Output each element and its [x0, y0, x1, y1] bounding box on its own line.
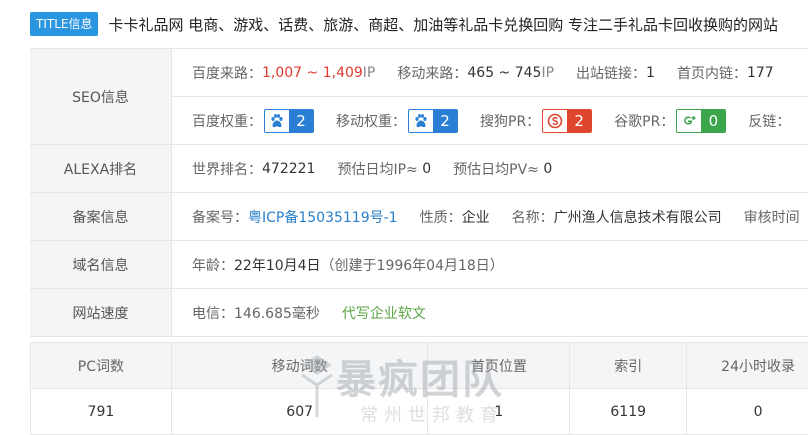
domain-created: （创建于1996年04月18日）	[321, 255, 504, 275]
domain-values: 年龄：22年10月4日（创建于1996年04月18日）	[172, 241, 808, 288]
domain-label: 域名信息	[30, 241, 172, 288]
paw-icon	[409, 110, 433, 132]
seo-weight-line: 百度权重： 2 移动权重： 2 搜狗PR：	[172, 96, 808, 144]
google-pr-value: 0	[701, 110, 725, 132]
icp-nature-value: 企业	[462, 207, 490, 227]
daily-ip-label: 预估日均IP≈	[337, 159, 417, 179]
mobile-traffic-label: 移动来路：	[397, 63, 467, 83]
mobile-weight-badge[interactable]: 2	[408, 109, 458, 133]
speed-row: 网站速度 电信：146.685毫秒 代写企业软文	[30, 289, 808, 337]
stats-header-index: 索引	[570, 343, 687, 389]
stats-value-mobile-words: 607	[171, 389, 428, 435]
page-title: 卡卡礼品网 电商、游戏、话费、旅游、商超、加油等礼品卡兑换回购 专注二手礼品卡回…	[108, 14, 778, 35]
title-badge: TITLE信息	[30, 12, 98, 36]
alexa-row: ALEXA排名 世界排名：472221 预估日均IP≈ 0 预估日均PV≈ 0	[30, 145, 808, 193]
google-pr-label: 谷歌PR：	[614, 111, 674, 131]
daily-pv-value: 0	[543, 161, 552, 177]
baidu-weight-label: 百度权重：	[192, 111, 262, 131]
paw-icon	[265, 110, 289, 132]
telecom-label: 电信：	[192, 303, 234, 323]
icp-number-link[interactable]: 粤ICP备15035119号-1	[248, 207, 398, 227]
domain-row: 域名信息 年龄：22年10月4日（创建于1996年04月18日）	[30, 241, 808, 289]
speed-line: 电信：146.685毫秒 代写企业软文	[172, 289, 808, 336]
stats-value-index: 6119	[570, 389, 687, 435]
alexa-label: ALEXA排名	[30, 145, 172, 192]
speed-label: 网站速度	[30, 289, 172, 336]
stats-value-24h-indexed: 0	[687, 389, 808, 435]
sogou-pr-badge[interactable]: 2	[542, 109, 592, 133]
icp-name-label: 名称：	[512, 207, 554, 227]
seo-row: SEO信息 百度来路：1,007 ~ 1,409 IP 移动来路：465 ~ 7…	[30, 49, 808, 145]
icp-row: 备案信息 备案号：粤ICP备15035119号-1 性质：企业 名称：广州渔人信…	[30, 193, 808, 241]
title-bar: TITLE信息 卡卡礼品网 电商、游戏、话费、旅游、商超、加油等礼品卡兑换回购 …	[0, 0, 808, 48]
stats-header-row: PC词数 移动词数 首页位置 索引 24小时收录	[31, 343, 808, 389]
stats-header-24h-indexed: 24小时收录	[687, 343, 808, 389]
outbound-links-label: 出站链接：	[576, 63, 646, 83]
google-plus-icon	[677, 110, 701, 132]
icp-values: 备案号：粤ICP备15035119号-1 性质：企业 名称：广州渔人信息技术有限…	[172, 193, 808, 240]
alexa-line: 世界排名：472221 预估日均IP≈ 0 预估日均PV≈ 0	[172, 145, 808, 192]
baidu-traffic-label: 百度来路：	[192, 63, 262, 83]
mobile-traffic-value: 465 ~ 745	[467, 65, 541, 81]
seo-label: SEO信息	[30, 49, 172, 144]
icp-audit-time-label: 审核时间	[744, 207, 800, 227]
sogou-pr-label: 搜狗PR：	[480, 111, 540, 131]
baidu-traffic-unit: IP	[363, 65, 376, 81]
sogou-pr-value: 2	[567, 110, 591, 132]
site-info-panel: SEO信息 百度来路：1,007 ~ 1,409 IP 移动来路：465 ~ 7…	[30, 48, 808, 337]
homepage-links-value: 177	[747, 65, 774, 81]
domain-age-value: 22年10月4日	[234, 255, 321, 275]
world-rank-value: 472221	[262, 161, 315, 177]
telecom-value: 146.685毫秒	[234, 303, 320, 323]
domain-age-label: 年龄：	[192, 255, 234, 275]
mobile-weight-value: 2	[433, 110, 457, 132]
mobile-weight-label: 移动权重：	[336, 111, 406, 131]
daily-ip-value: 0	[422, 161, 431, 177]
icp-name-value: 广州渔人信息技术有限公司	[554, 207, 722, 227]
outbound-links-value: 1	[646, 65, 655, 81]
mobile-traffic-unit: IP	[541, 65, 554, 81]
stats-header-pc-words: PC词数	[31, 343, 172, 389]
backlinks-label: 反链：	[748, 111, 790, 131]
icp-line: 备案号：粤ICP备15035119号-1 性质：企业 名称：广州渔人信息技术有限…	[172, 193, 808, 240]
stats-value-row: 791 607 1 6119 0	[31, 389, 808, 435]
stats-header-homepage-position: 首页位置	[428, 343, 570, 389]
domain-line: 年龄：22年10月4日（创建于1996年04月18日）	[172, 241, 808, 288]
baidu-weight-badge[interactable]: 2	[264, 109, 314, 133]
stats-value-pc-words: 791	[31, 389, 172, 435]
ad-link[interactable]: 代写企业软文	[342, 303, 426, 323]
seo-traffic-line: 百度来路：1,007 ~ 1,409 IP 移动来路：465 ~ 745 IP …	[172, 49, 808, 96]
icp-label: 备案信息	[30, 193, 172, 240]
daily-pv-label: 预估日均PV≈	[453, 159, 539, 179]
google-pr-badge[interactable]: 0	[676, 109, 726, 133]
icp-nature-label: 性质：	[420, 207, 462, 227]
stats-table: PC词数 移动词数 首页位置 索引 24小时收录 791 607 1 6119 …	[30, 342, 808, 435]
stats-value-homepage-position: 1	[428, 389, 570, 435]
sogou-icon	[543, 110, 567, 132]
seo-values: 百度来路：1,007 ~ 1,409 IP 移动来路：465 ~ 745 IP …	[172, 49, 808, 144]
homepage-links-label: 首页内链：	[677, 63, 747, 83]
alexa-values: 世界排名：472221 预估日均IP≈ 0 预估日均PV≈ 0	[172, 145, 808, 192]
world-rank-label: 世界排名：	[192, 159, 262, 179]
baidu-weight-value: 2	[289, 110, 313, 132]
baidu-traffic-value: 1,007 ~ 1,409	[262, 65, 363, 81]
icp-number-label: 备案号：	[192, 207, 248, 227]
stats-header-mobile-words: 移动词数	[171, 343, 428, 389]
speed-values: 电信：146.685毫秒 代写企业软文	[172, 289, 808, 336]
